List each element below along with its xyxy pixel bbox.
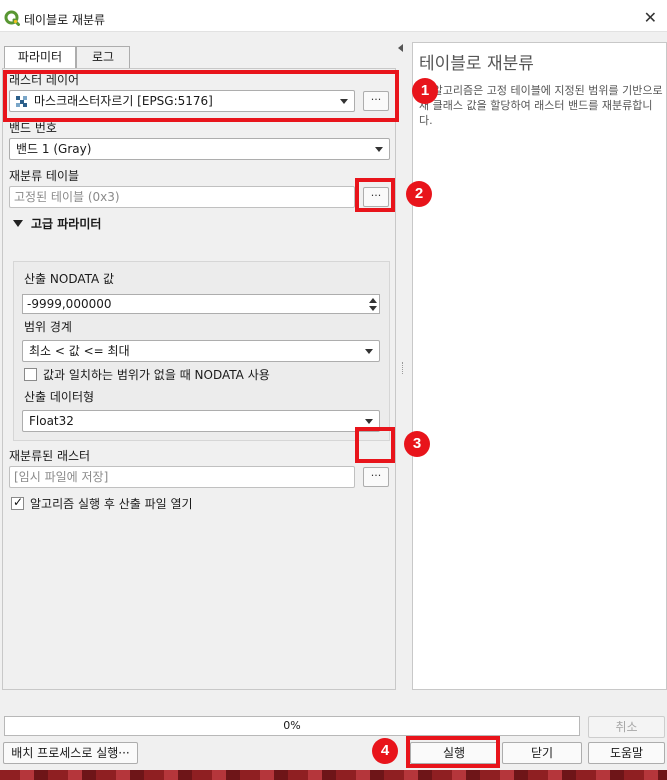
parameters-panel: 래스터 레이어 마스크래스터자르기 [EPSG:5176] ··· 밴드 번호 … bbox=[2, 68, 396, 690]
band-combo[interactable]: 밴드 1 (Gray) bbox=[9, 138, 390, 160]
close-window-icon[interactable]: ✕ bbox=[644, 8, 657, 27]
chevron-down-icon bbox=[365, 349, 373, 354]
reclass-table-field: 고정된 테이블 (0x3) bbox=[9, 186, 355, 208]
nodata-spinbox[interactable]: -9999,000000 bbox=[22, 294, 380, 314]
title-bar: 테이블로 재분류 ✕ bbox=[0, 6, 667, 32]
range-boundaries-label: 범위 경계 bbox=[24, 320, 72, 334]
collapse-help-arrow-icon[interactable] bbox=[398, 44, 403, 52]
annotation-box-4 bbox=[406, 736, 500, 768]
annotation-box-2 bbox=[355, 178, 395, 212]
advanced-params-group: 산출 NODATA 값 -9999,000000 범위 경계 최소 < 값 <=… bbox=[13, 261, 390, 441]
output-datatype-label: 산출 데이터형 bbox=[24, 390, 95, 404]
annotation-badge-3: 3 bbox=[404, 431, 430, 457]
range-boundaries-value: 최소 < 값 <= 최대 bbox=[29, 344, 130, 358]
progress-text: 0% bbox=[283, 719, 301, 732]
reclass-table-label: 재분류 테이블 bbox=[9, 169, 80, 183]
tab-parameters[interactable]: 파라미터 bbox=[4, 46, 76, 69]
reclassify-dialog: 파라미터 로그 래스터 레이어 마스크래스터자르기 [EPSG:5176] ··… bbox=[0, 32, 667, 770]
nodata-no-match-checkbox[interactable] bbox=[24, 368, 37, 381]
nodata-label: 산출 NODATA 값 bbox=[24, 272, 115, 286]
advanced-params-header: 고급 파라미터 bbox=[31, 217, 102, 231]
annotation-box-3 bbox=[355, 427, 395, 463]
open-output-checkbox[interactable] bbox=[11, 495, 24, 510]
qgis-logo-icon bbox=[4, 10, 20, 26]
collapse-triangle-icon bbox=[13, 220, 23, 227]
progress-bar: 0% bbox=[4, 716, 580, 736]
background-map-strip bbox=[0, 770, 667, 780]
output-datatype-value: Float32 bbox=[29, 414, 74, 428]
annotation-box-1 bbox=[3, 70, 399, 122]
spin-up-icon[interactable] bbox=[369, 298, 377, 303]
band-value: 밴드 1 (Gray) bbox=[16, 142, 92, 156]
output-raster-browse-button[interactable]: ··· bbox=[363, 467, 389, 487]
annotation-badge-1: 1 bbox=[412, 78, 438, 104]
chevron-down-icon bbox=[375, 147, 383, 152]
nodata-value: -9999,000000 bbox=[27, 297, 112, 311]
batch-process-button[interactable]: 배치 프로세스로 실행··· bbox=[3, 742, 138, 764]
cancel-button[interactable]: 취소 bbox=[588, 716, 665, 738]
chevron-down-icon bbox=[365, 419, 373, 424]
tab-log[interactable]: 로그 bbox=[76, 46, 130, 68]
annotation-badge-2: 2 bbox=[406, 181, 432, 207]
annotation-badge-4: 4 bbox=[372, 738, 398, 764]
output-raster-label: 재분류된 래스터 bbox=[9, 449, 91, 463]
close-button[interactable]: 닫기 bbox=[502, 742, 582, 764]
splitter-handle[interactable] bbox=[402, 362, 404, 374]
help-description: 이 알고리즘은 고정 테이블에 지정된 범위를 기반으로 새 클래스 값을 할당… bbox=[419, 84, 663, 127]
help-title: 테이블로 재분류 bbox=[419, 54, 534, 74]
open-output-label: 알고리즘 실행 후 산출 파일 열기 bbox=[30, 497, 193, 511]
range-boundaries-combo[interactable]: 최소 < 값 <= 최대 bbox=[22, 340, 380, 362]
help-button[interactable]: 도움말 bbox=[588, 742, 665, 764]
nodata-no-match-label: 값과 일치하는 범위가 없을 때 NODATA 사용 bbox=[43, 368, 270, 382]
help-panel: 테이블로 재분류 이 알고리즘은 고정 테이블에 지정된 범위를 기반으로 새 … bbox=[412, 42, 667, 690]
window-title: 테이블로 재분류 bbox=[24, 13, 106, 27]
output-raster-field[interactable]: [임시 파일에 저장] bbox=[9, 466, 355, 488]
spin-down-icon[interactable] bbox=[369, 306, 377, 311]
output-datatype-combo[interactable]: Float32 bbox=[22, 410, 380, 432]
